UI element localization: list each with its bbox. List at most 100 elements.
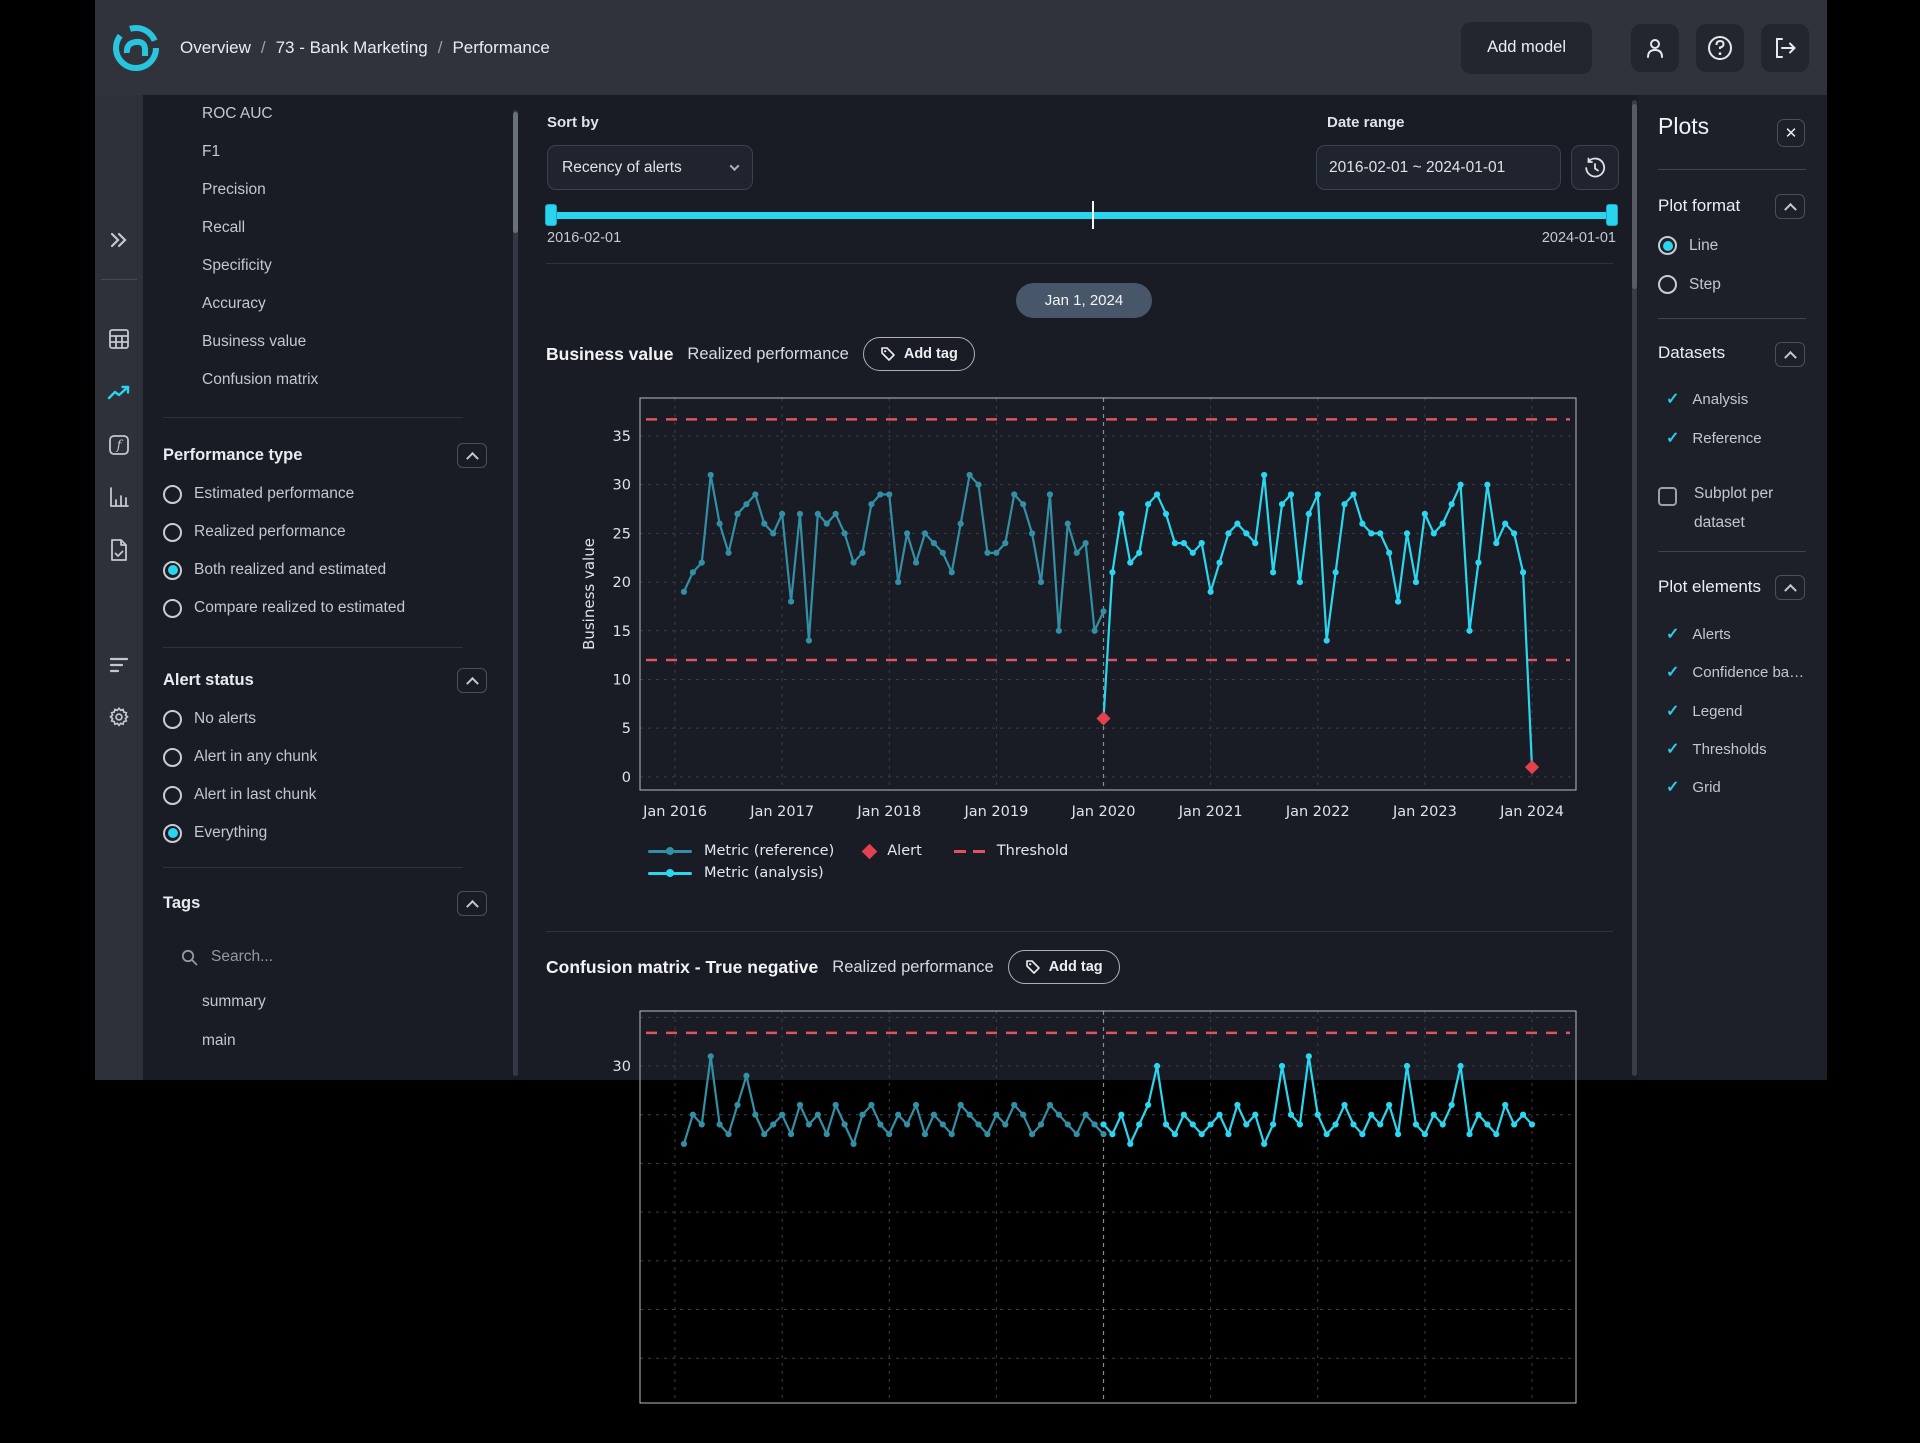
logout-button[interactable] [1761,24,1809,72]
svg-text:Jan 2021: Jan 2021 [1178,804,1243,820]
main-scrollbar-thumb[interactable] [1632,104,1637,289]
collapse-alert-status-button[interactable] [457,668,487,693]
radio-step-format[interactable]: Step [1658,275,1721,294]
slider-current-marker[interactable] [1092,201,1094,229]
threshold-dash-swatch [954,850,985,853]
radio-both-realized-estimated[interactable]: Both realized and estimated [143,551,509,589]
close-plots-panel-button[interactable]: ✕ [1777,119,1805,147]
svg-text:Jan 2018: Jan 2018 [856,804,921,820]
metric-item-precision[interactable]: Precision [143,171,509,209]
metric-item-recall[interactable]: Recall [143,209,509,247]
rail-item-settings[interactable] [95,699,143,735]
divider [163,647,463,648]
main-content: Sort by Recency of alerts Date range 201… [512,95,1633,1080]
close-icon: ✕ [1785,124,1798,142]
svg-text:25: 25 [613,526,631,542]
user-account-button[interactable] [1631,24,1679,72]
radio-icon [163,748,182,767]
radio-icon [1658,275,1677,294]
date-range-input[interactable]: 2016-02-01 ~ 2024-01-01 [1316,145,1561,190]
rail-item-functions[interactable]: f [95,427,143,463]
chart1-add-tag-button[interactable]: Add tag [863,337,975,371]
radio-icon [163,786,182,805]
slider-track[interactable] [547,212,1616,219]
document-check-icon [109,538,129,562]
radio-alert-any-chunk[interactable]: Alert in any chunk [143,738,509,776]
metric-item-specificity[interactable]: Specificity [143,247,509,285]
collapse-tags-button[interactable] [457,891,487,916]
radio-selected-icon [163,561,182,580]
svg-text:10: 10 [613,672,631,688]
svg-text:5: 5 [622,721,631,737]
sort-by-select[interactable]: Recency of alerts [547,145,753,190]
rail-item-reports[interactable] [95,532,143,568]
confusion-matrix-chart: 30 [580,1003,1590,1443]
rail-item-distributions[interactable] [95,479,143,515]
radio-alert-last-chunk[interactable]: Alert in last chunk [143,776,509,814]
collapse-datasets-button[interactable] [1775,342,1805,367]
plots-panel-title: Plots [1658,113,1709,140]
slider-end-date: 2024-01-01 [1542,230,1616,246]
radio-realized-performance[interactable]: Realized performance [143,513,509,551]
expand-sidebar-button[interactable] [95,222,143,258]
analysis-line-swatch [648,872,692,875]
subplot-per-dataset-label: Subplot per dataset [1694,479,1806,537]
tags-search [143,937,509,977]
divider [1658,551,1806,552]
collapse-plot-format-button[interactable] [1775,194,1805,219]
check-icon: ✓ [1666,739,1679,759]
tag-item-main[interactable]: main [143,1021,509,1060]
check-alerts[interactable]: ✓Alerts [1666,624,1731,644]
nannyml-logo-icon[interactable] [112,24,160,72]
alert-diamond-swatch [862,843,878,859]
radio-icon [163,485,182,504]
rail-item-data-grid[interactable] [95,321,143,357]
metric-item-business-value[interactable]: Business value [143,323,509,361]
svg-text:Jan 2016: Jan 2016 [642,804,707,820]
help-button[interactable] [1696,24,1744,72]
filter-sidebar: ROC AUC F1 Precision Recall Specificity … [143,95,509,1080]
collapse-performance-type-button[interactable] [457,443,487,468]
check-reference[interactable]: ✓Reference [1666,428,1762,448]
plots-panel: Plots ✕ Plot format Line Step Datasets ✓… [1638,95,1827,1080]
legend-analysis-label: Metric (analysis) [704,865,824,881]
breadcrumb-model[interactable]: 73 - Bank Marketing [276,38,428,58]
radio-no-alerts[interactable]: No alerts [143,700,509,738]
radio-icon [163,599,182,618]
rail-item-filter[interactable] [95,647,143,683]
chart2-add-tag-button[interactable]: Add tag [1008,950,1120,984]
slider-handle-start[interactable] [545,204,557,226]
tag-icon [1025,959,1041,975]
legend-alert-label: Alert [887,843,922,859]
check-legend[interactable]: ✓Legend [1666,701,1742,721]
tag-item-summary[interactable]: summary [143,982,509,1021]
radio-everything[interactable]: Everything [143,814,509,852]
reset-date-range-button[interactable] [1571,145,1619,190]
radio-line-format[interactable]: Line [1658,236,1718,255]
rail-item-performance[interactable] [95,375,143,411]
check-grid[interactable]: ✓Grid [1666,777,1721,797]
slider-handle-end[interactable] [1606,204,1618,226]
trend-up-icon [107,383,131,403]
collapse-plot-elements-button[interactable] [1775,575,1805,600]
metric-item-f1[interactable]: F1 [143,133,509,171]
plot-format-header: Plot format [1658,196,1740,216]
metric-item-accuracy[interactable]: Accuracy [143,285,509,323]
subplot-per-dataset-checkbox[interactable] [1658,487,1677,506]
radio-estimated-performance[interactable]: Estimated performance [143,475,509,513]
date-range-slider [547,203,1616,227]
metric-item-roc-auc[interactable]: ROC AUC [143,95,509,133]
svg-text:Jan 2019: Jan 2019 [963,804,1028,820]
datasets-header: Datasets [1658,343,1725,363]
check-analysis[interactable]: ✓Analysis [1666,389,1748,409]
tag-icon [880,346,896,362]
tags-search-input[interactable] [211,948,391,966]
performance-type-header: Performance type [143,435,509,475]
check-confidence-bands[interactable]: ✓Confidence bands [1666,662,1804,682]
check-thresholds[interactable]: ✓Thresholds [1666,739,1767,759]
chevron-up-icon [1784,351,1797,364]
add-model-button[interactable]: Add model [1461,22,1592,74]
metric-item-confusion-matrix[interactable]: Confusion matrix [143,361,509,399]
breadcrumb-overview[interactable]: Overview [180,38,251,58]
radio-compare-realized-estimated[interactable]: Compare realized to estimated [143,589,509,627]
